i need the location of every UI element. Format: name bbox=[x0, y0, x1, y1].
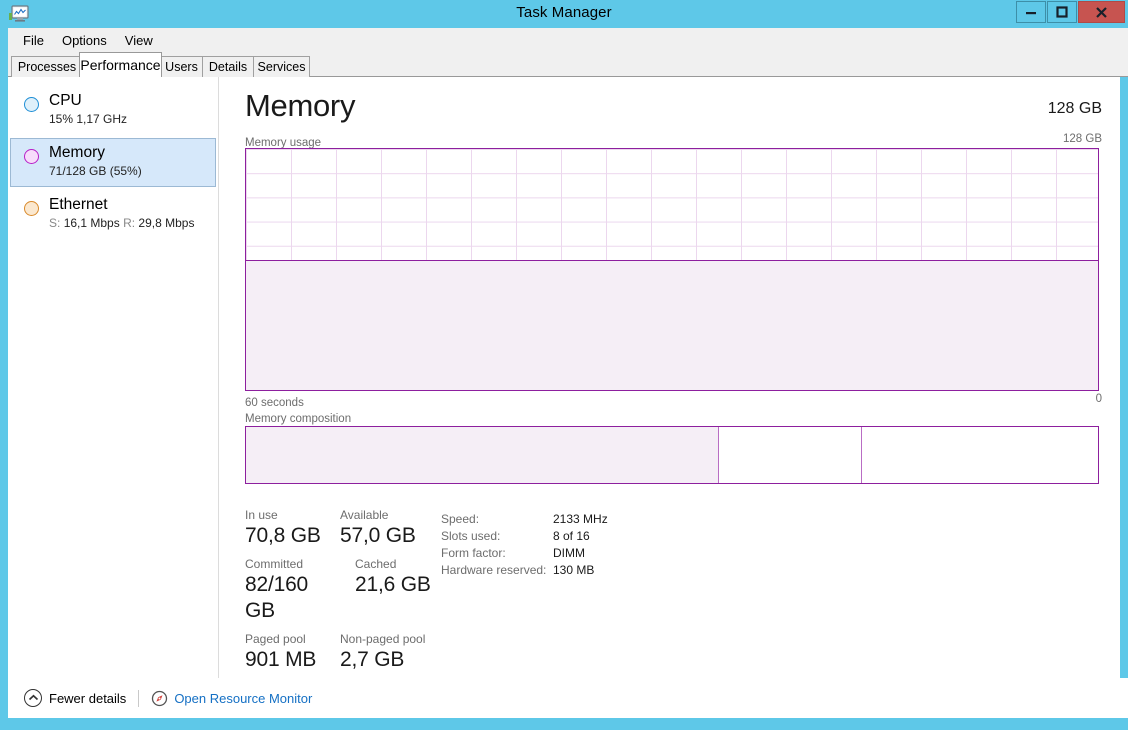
menu-bar: File Options View bbox=[8, 28, 1128, 52]
close-icon bbox=[1096, 6, 1107, 18]
usage-graph-axis: 60 seconds 0 bbox=[245, 391, 1102, 409]
stat-committed: Committed 82/160 GB bbox=[245, 556, 340, 624]
performance-detail-panel: Memory 128 GB Memory usage 128 GB 60 sec… bbox=[220, 77, 1120, 678]
close-button[interactable] bbox=[1078, 1, 1125, 23]
info-slots-key: Slots used: bbox=[441, 529, 501, 543]
info-row-speed: Speed: 2133 MHz bbox=[441, 511, 608, 528]
task-manager-window: Task Manager File Options View Processes… bbox=[0, 0, 1128, 730]
sidebar-item-ethernet[interactable]: Ethernet S: 16,1 Mbps R: 29,8 Mbps bbox=[10, 190, 216, 239]
sidebar-item-memory[interactable]: Memory 71/128 GB (55%) bbox=[10, 138, 216, 187]
stat-in-use-value: 70,8 GB bbox=[245, 524, 321, 547]
chevron-up-icon bbox=[24, 689, 42, 707]
tab-strip: Processes Performance Users Details Serv… bbox=[8, 52, 1128, 77]
ethernet-indicator-icon bbox=[24, 201, 39, 216]
stat-non-paged-pool-caption: Non-paged pool bbox=[340, 632, 426, 646]
memory-statistics: In use 70,8 GB Available 57,0 GB Committ… bbox=[245, 507, 1102, 671]
composition-segment-in-use bbox=[246, 427, 718, 483]
ethernet-recv-prefix: R: bbox=[123, 216, 136, 230]
stat-available: Available 57,0 GB bbox=[340, 507, 435, 549]
sidebar-item-memory-detail: 71/128 GB (55%) bbox=[49, 164, 142, 178]
graph-usage-area bbox=[246, 259, 1098, 390]
status-bar: Fewer details Open Resource Monitor bbox=[8, 678, 1128, 718]
stat-row-inuse-available: In use 70,8 GB Available 57,0 GB bbox=[245, 507, 435, 549]
stat-cached-value: 21,6 GB bbox=[355, 573, 431, 596]
info-slots-value: 8 of 16 bbox=[553, 529, 590, 543]
memory-indicator-icon bbox=[24, 149, 39, 164]
tab-performance[interactable]: Performance bbox=[79, 52, 162, 77]
usage-graph-labels: Memory usage 128 GB bbox=[245, 133, 1102, 149]
info-hardware-reserved-key: Hardware reserved: bbox=[441, 563, 547, 577]
menu-options[interactable]: Options bbox=[53, 31, 116, 50]
info-row-slots: Slots used: 8 of 16 bbox=[441, 528, 608, 545]
usage-graph-ymax: 128 GB bbox=[1063, 133, 1102, 145]
sidebar-item-ethernet-label: Ethernet bbox=[49, 196, 108, 213]
resource-monitor-icon bbox=[151, 690, 168, 707]
ethernet-send-value: 16,1 Mbps bbox=[63, 216, 120, 230]
stat-paged-pool-caption: Paged pool bbox=[245, 632, 306, 646]
stat-in-use: In use 70,8 GB bbox=[245, 507, 340, 549]
stat-row-pools: Paged pool 901 MB Non-paged pool 2,7 GB bbox=[245, 631, 435, 673]
stat-cached: Cached 21,6 GB bbox=[340, 556, 435, 624]
tab-users[interactable]: Users bbox=[160, 56, 203, 77]
stat-non-paged-pool: Non-paged pool 2,7 GB bbox=[340, 631, 435, 673]
stat-cached-caption: Cached bbox=[355, 557, 397, 571]
memory-composition-bar[interactable] bbox=[245, 426, 1099, 484]
stat-paged-pool: Paged pool 901 MB bbox=[245, 631, 340, 673]
fewer-details-label: Fewer details bbox=[49, 690, 127, 706]
stat-committed-value: 82/160 GB bbox=[245, 573, 309, 622]
sidebar-item-ethernet-detail: S: 16,1 Mbps R: 29,8 Mbps bbox=[49, 215, 215, 232]
menu-file[interactable]: File bbox=[14, 31, 53, 50]
ethernet-send-prefix: S: bbox=[49, 216, 61, 230]
page-title: Memory bbox=[245, 88, 356, 123]
info-hardware-reserved-value: 130 MB bbox=[553, 563, 595, 577]
maximize-icon bbox=[1056, 6, 1068, 18]
cpu-indicator-icon bbox=[24, 97, 39, 112]
panel-header: Memory 128 GB bbox=[245, 88, 1102, 133]
info-form-factor-value: DIMM bbox=[553, 546, 585, 560]
composition-segment-standby-free bbox=[861, 427, 1098, 483]
content-area: CPU 15% 1,17 GHz Memory 71/128 GB (55%) … bbox=[8, 77, 1120, 678]
info-speed-key: Speed: bbox=[441, 512, 480, 526]
stat-in-use-caption: In use bbox=[245, 508, 278, 522]
tab-services[interactable]: Services bbox=[253, 56, 310, 77]
stat-non-paged-pool-value: 2,7 GB bbox=[340, 648, 405, 671]
sidebar-item-cpu-label: CPU bbox=[49, 92, 82, 109]
memory-stats-left: In use 70,8 GB Available 57,0 GB Committ… bbox=[245, 507, 435, 680]
composition-segment-modified bbox=[718, 427, 862, 483]
info-speed-value: 2133 MHz bbox=[553, 512, 608, 526]
tab-details[interactable]: Details bbox=[202, 56, 254, 77]
composition-labels: Memory composition bbox=[245, 409, 1102, 426]
window-title: Task Manager bbox=[516, 4, 612, 21]
fewer-details-button[interactable]: Fewer details bbox=[24, 689, 126, 707]
stat-row-committed-cached: Committed 82/160 GB Cached 21,6 GB bbox=[245, 556, 435, 624]
memory-usage-graph[interactable] bbox=[245, 148, 1099, 391]
maximize-button[interactable] bbox=[1047, 1, 1077, 23]
resource-monitor-label: Open Resource Monitor bbox=[174, 690, 313, 706]
stat-paged-pool-value: 901 MB bbox=[245, 648, 317, 671]
resource-sidebar: CPU 15% 1,17 GHz Memory 71/128 GB (55%) … bbox=[8, 77, 219, 678]
total-memory-value: 128 GB bbox=[1047, 100, 1102, 117]
memory-hardware-info: Speed: 2133 MHz Slots used: 8 of 16 Form… bbox=[441, 511, 608, 579]
ethernet-recv-value: 29,8 Mbps bbox=[138, 216, 195, 230]
stat-available-value: 57,0 GB bbox=[340, 524, 416, 547]
graph-axis-min-label: 0 bbox=[1095, 393, 1102, 405]
minimize-button[interactable] bbox=[1016, 1, 1046, 23]
info-row-hardware-reserved: Hardware reserved: 130 MB bbox=[441, 562, 608, 579]
stat-committed-caption: Committed bbox=[245, 557, 304, 571]
info-form-factor-key: Form factor: bbox=[441, 546, 506, 560]
title-bar[interactable]: Task Manager bbox=[0, 0, 1128, 28]
menu-view[interactable]: View bbox=[116, 31, 162, 50]
status-divider bbox=[138, 689, 140, 707]
minimize-icon bbox=[1026, 12, 1036, 15]
open-resource-monitor-link[interactable]: Open Resource Monitor bbox=[151, 690, 312, 707]
sidebar-item-memory-label: Memory bbox=[49, 144, 105, 161]
stat-available-caption: Available bbox=[340, 508, 389, 522]
tab-processes[interactable]: Processes bbox=[11, 56, 83, 77]
composition-title: Memory composition bbox=[245, 413, 352, 425]
info-row-form-factor: Form factor: DIMM bbox=[441, 545, 608, 562]
sidebar-item-cpu[interactable]: CPU 15% 1,17 GHz bbox=[10, 86, 216, 135]
sidebar-item-cpu-detail: 15% 1,17 GHz bbox=[49, 112, 128, 126]
graph-time-span-label: 60 seconds bbox=[245, 397, 304, 409]
